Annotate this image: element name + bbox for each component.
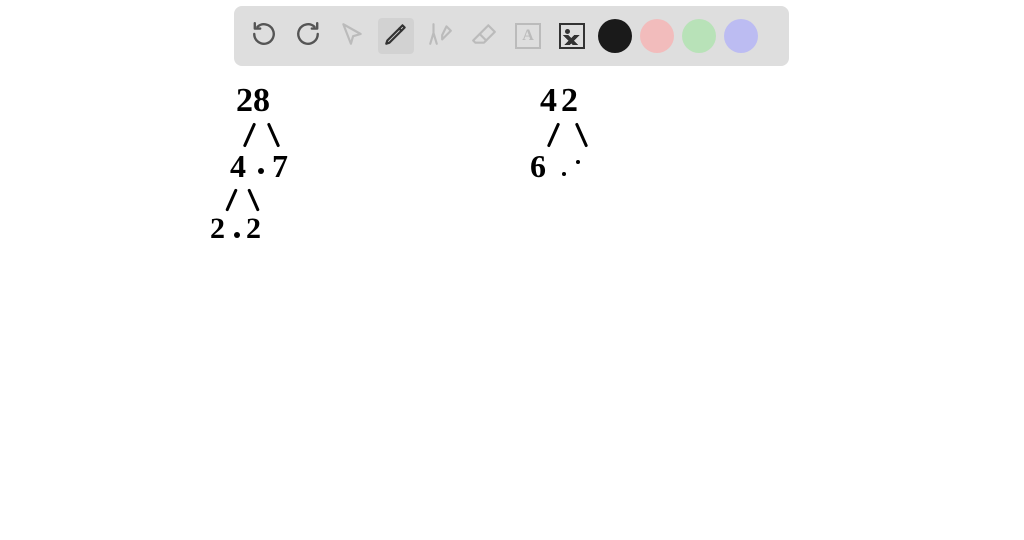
dot-icon [258,168,264,174]
color-pink[interactable] [640,19,674,53]
tree1-l2-right: 7 [272,148,288,185]
color-black[interactable] [598,19,632,53]
redo-button[interactable] [290,18,326,54]
tree1-branch-right [267,123,280,148]
tree1-l3-left: 2 [210,212,225,246]
tree2-branch-left [547,123,560,148]
color-green[interactable] [682,19,716,53]
scroll-viewport[interactable]: A 28 4 7 2 2 42 6 [0,0,1024,540]
tree1-root: 28 [236,82,270,120]
tree2-root: 42 [540,82,582,120]
undo-button[interactable] [246,18,282,54]
color-purple[interactable] [724,19,758,53]
tools-button[interactable] [422,18,458,54]
tree1-branch2-left [225,188,238,211]
dot-icon [562,172,566,176]
eraser-icon [471,21,497,52]
image-tool[interactable] [554,18,590,54]
undo-icon [251,21,277,52]
text-icon: A [515,23,541,49]
pencil-icon [383,21,409,52]
tree2-l2-left: 6 [530,148,546,185]
tools-icon [427,21,453,52]
redo-icon [295,21,321,52]
drawing-toolbar: A [234,6,789,66]
canvas-area[interactable]: A 28 4 7 2 2 42 6 [0,0,1024,540]
pointer-icon [339,21,365,52]
tree1-l3-right: 2 [246,212,261,246]
dot-icon [234,232,240,238]
tree1-branch2-right [247,188,260,211]
tree1-branch-left [243,123,256,148]
tree1-l2-left: 4 [230,148,246,185]
pencil-tool[interactable] [378,18,414,54]
tree2-branch-right [575,123,588,148]
image-icon [559,23,585,49]
eraser-tool[interactable] [466,18,502,54]
text-tool[interactable]: A [510,18,546,54]
pointer-tool[interactable] [334,18,370,54]
dot-icon [576,160,580,164]
